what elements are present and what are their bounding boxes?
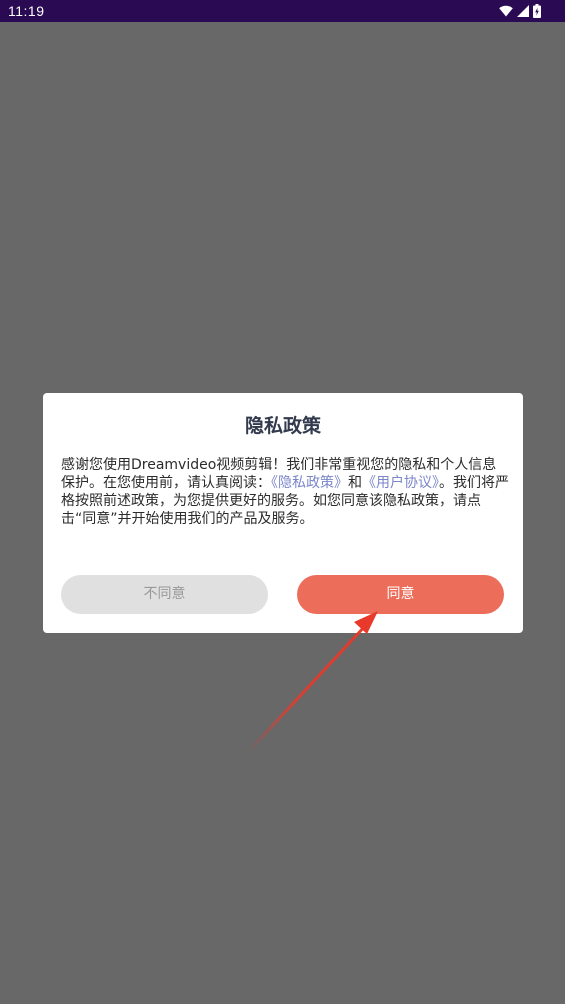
- signal-icon: [517, 5, 529, 17]
- dialog-body: 感谢您使用Dreamvideo视频剪辑！我们非常重视您的隐私和个人信息保护。在您…: [61, 456, 509, 528]
- privacy-policy-dialog: 隐私政策 感谢您使用Dreamvideo视频剪辑！我们非常重视您的隐私和个人信息…: [43, 393, 523, 633]
- battery-icon: [533, 4, 541, 18]
- disagree-button[interactable]: 不同意: [61, 575, 268, 614]
- agree-button[interactable]: 同意: [297, 575, 504, 614]
- status-bar: 11:19: [0, 0, 565, 22]
- body-text-connector: 和: [348, 475, 362, 491]
- dialog-title: 隐私政策: [244, 415, 321, 437]
- status-icons: [499, 3, 541, 19]
- user-agreement-link[interactable]: 《用户协议》: [362, 475, 439, 491]
- privacy-policy-link[interactable]: 《隐私政策》: [271, 475, 348, 491]
- status-time: 11:19: [8, 3, 45, 19]
- wifi-icon: [499, 5, 513, 17]
